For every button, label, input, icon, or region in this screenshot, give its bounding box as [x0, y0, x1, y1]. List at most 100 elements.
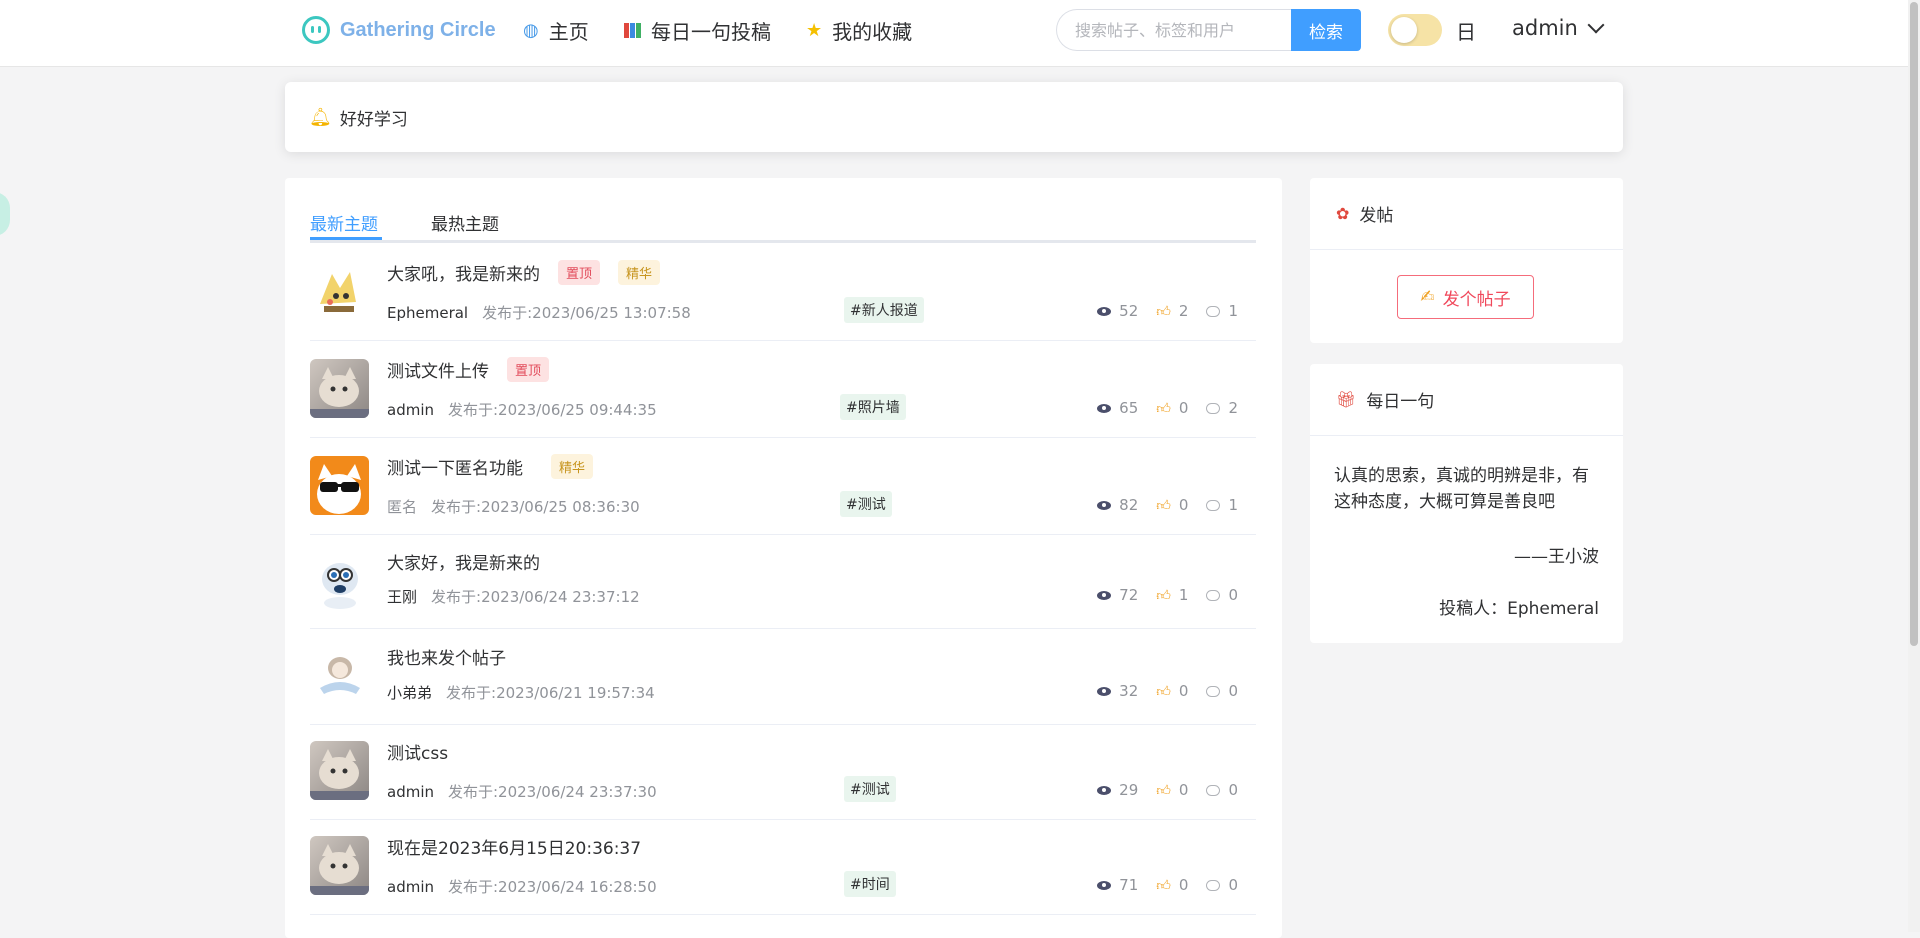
- avatar[interactable]: [310, 646, 369, 705]
- scrollbar-thumb[interactable]: [1910, 2, 1918, 646]
- post-meta: 小弟弟 发布于:2023/06/21 19:57:34: [387, 682, 655, 703]
- post-time: 发布于:2023/06/25 09:44:35: [448, 401, 657, 419]
- card-header: 🎁︎ 每日一句: [1310, 364, 1623, 436]
- pinned-badge: 置顶: [507, 357, 550, 382]
- post-meta: Ephemeral 发布于:2023/06/25 13:07:58: [387, 302, 691, 323]
- avatar[interactable]: [310, 741, 369, 800]
- post-tag[interactable]: #新人报道: [844, 297, 924, 323]
- theme-toggle[interactable]: [1388, 14, 1442, 46]
- tab-hottest[interactable]: 最热主题: [431, 210, 499, 235]
- post-author[interactable]: Ephemeral: [387, 304, 468, 322]
- nav-daily-submit-label: 每日一句投稿: [651, 19, 771, 44]
- like-count: 0: [1178, 781, 1189, 799]
- bouquet-icon: ✿: [1336, 204, 1350, 223]
- writing-hand-icon: ✍: [1420, 287, 1435, 307]
- list-item[interactable]: 测试css admin 发布于:2023/06/24 23:37:30 #测试 …: [310, 724, 1256, 820]
- nav-favorites-label: 我的收藏: [832, 19, 913, 44]
- eye-icon: [1097, 590, 1112, 600]
- nav-daily-submit[interactable]: 每日一句投稿: [624, 14, 771, 46]
- eye-icon: [1097, 785, 1112, 795]
- post-stats: 72 👍︎ 1 0: [1079, 586, 1238, 604]
- comment-count: 0: [1228, 781, 1238, 799]
- featured-badge: 精华: [618, 260, 661, 285]
- post-title[interactable]: 测试文件上传 置顶: [387, 357, 550, 382]
- notice-text: 好好学习: [339, 109, 408, 130]
- thumbs-up-icon: 👍︎: [1156, 587, 1171, 604]
- post-stats: 65 👍︎ 0 2: [1079, 399, 1238, 417]
- avatar[interactable]: [310, 836, 369, 895]
- avatar[interactable]: [310, 456, 369, 515]
- post-title-text: 测试一下匿名功能: [387, 459, 523, 479]
- thumbs-up-icon: 👍︎: [1156, 497, 1171, 514]
- post-title[interactable]: 大家好，我是新来的: [387, 549, 540, 574]
- post-title[interactable]: 现在是2023年6月15日20:36:37: [387, 834, 641, 859]
- thumbs-up-icon: 👍︎: [1156, 877, 1171, 894]
- post-meta: 王刚 发布于:2023/06/24 23:37:12: [387, 586, 640, 607]
- post-title[interactable]: 测试一下匿名功能 精华: [387, 454, 594, 479]
- comment-count: 1: [1228, 496, 1238, 514]
- eye-icon: [1097, 500, 1112, 510]
- list-item[interactable]: 大家吼，我是新来的 置顶 精华 Ephemeral 发布于:2023/06/25…: [310, 245, 1256, 341]
- post-author[interactable]: admin: [387, 878, 434, 896]
- daily-quote-text: 认真的思索，真诚的明辨是非，有这种态度，大概可算是善良吧: [1334, 466, 1589, 512]
- search-button[interactable]: 检索: [1291, 9, 1361, 51]
- search-input[interactable]: [1056, 9, 1291, 51]
- comment-count: 0: [1228, 586, 1238, 604]
- list-item[interactable]: 现在是2023年6月15日20:36:37 admin 发布于:2023/06/…: [310, 819, 1256, 915]
- thumbs-up-icon: 👍︎: [1156, 782, 1171, 799]
- nav-favorites[interactable]: ★ 我的收藏: [806, 14, 912, 46]
- eye-icon: [1097, 686, 1112, 696]
- featured-badge: 精华: [551, 454, 594, 479]
- view-count: 82: [1119, 496, 1139, 514]
- avatar[interactable]: [310, 262, 369, 321]
- like-count: 1: [1178, 586, 1189, 604]
- comment-count: 0: [1228, 682, 1238, 700]
- post-title[interactable]: 大家吼，我是新来的 置顶 精华: [387, 260, 661, 285]
- post-author[interactable]: 小弟弟: [387, 682, 432, 703]
- post-title[interactable]: 我也来发个帖子: [387, 644, 506, 669]
- post-author[interactable]: 匿名: [387, 496, 417, 517]
- comment-count: 1: [1228, 302, 1238, 320]
- site-logo[interactable]: Gathering Circle: [302, 14, 496, 46]
- like-count: 2: [1178, 302, 1189, 320]
- list-item[interactable]: 测试一下匿名功能 精华 匿名 发布于:2023/06/25 08:36:30 #…: [310, 439, 1256, 535]
- post-tag[interactable]: #照片墙: [840, 394, 906, 420]
- card-title: 发帖: [1359, 206, 1394, 226]
- daily-quote-card: 🎁︎ 每日一句 认真的思索，真诚的明辨是非，有这种态度，大概可算是善良吧 ——王…: [1310, 364, 1623, 643]
- notice-bar: 🔔︎ 好好学习: [285, 82, 1623, 152]
- post-stats: 71 👍︎ 0 0: [1079, 876, 1238, 894]
- comment-icon: [1206, 402, 1221, 414]
- chevron-down-icon: [1587, 16, 1605, 34]
- search-bar: 检索: [1056, 9, 1361, 51]
- post-tag[interactable]: #时间: [844, 871, 896, 897]
- side-float-button[interactable]: [0, 192, 10, 236]
- post-tag[interactable]: #测试: [844, 776, 896, 802]
- avatar[interactable]: [310, 551, 369, 610]
- thumbs-up-icon: 👍︎: [1156, 303, 1171, 320]
- post-time: 发布于:2023/06/24 23:37:12: [431, 588, 640, 606]
- post-meta: admin 发布于:2023/06/25 09:44:35: [387, 399, 657, 420]
- nav-home-label: 主页: [548, 19, 589, 44]
- list-item[interactable]: 我也来发个帖子 小弟弟 发布于:2023/06/21 19:57:34 32 👍…: [310, 629, 1256, 725]
- view-count: 32: [1119, 682, 1139, 700]
- topic-tabs: 最新主题 最热主题: [310, 204, 1256, 243]
- bell-icon: 🔔︎: [309, 106, 332, 128]
- new-post-button[interactable]: ✍ 发个帖子: [1397, 275, 1534, 319]
- eye-icon: [1097, 306, 1112, 316]
- tab-latest[interactable]: 最新主题: [310, 210, 378, 235]
- post-title[interactable]: 测试css: [387, 739, 448, 764]
- scrollbar[interactable]: [1908, 0, 1920, 932]
- card-title: 每日一句: [1366, 392, 1435, 412]
- list-item[interactable]: 大家好，我是新来的 王刚 发布于:2023/06/24 23:37:12 72 …: [310, 534, 1256, 629]
- post-tag[interactable]: #测试: [840, 491, 892, 517]
- post-author[interactable]: admin: [387, 783, 434, 801]
- post-author[interactable]: admin: [387, 401, 434, 419]
- list-item[interactable]: 测试文件上传 置顶 admin 发布于:2023/06/25 09:44:35 …: [310, 342, 1256, 438]
- avatar[interactable]: [310, 359, 369, 418]
- post-stats: 32 👍︎ 0 0: [1079, 682, 1238, 700]
- books-icon: [624, 22, 641, 38]
- new-post-button-label: 发个帖子: [1442, 289, 1511, 310]
- user-menu[interactable]: admin: [1512, 16, 1605, 40]
- post-author[interactable]: 王刚: [387, 586, 417, 607]
- nav-home[interactable]: ◍ 主页: [523, 14, 589, 46]
